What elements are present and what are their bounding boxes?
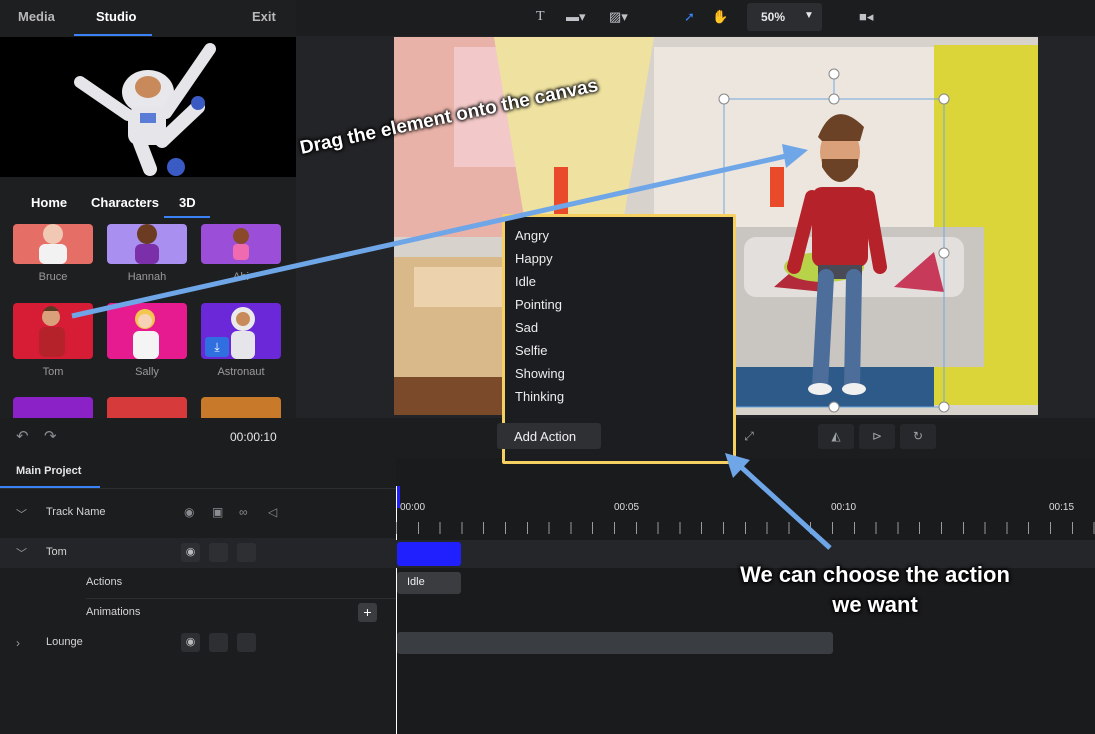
annotation-arrows [71,144,832,550]
choose-action-text: We can choose the action we want [740,562,1010,617]
